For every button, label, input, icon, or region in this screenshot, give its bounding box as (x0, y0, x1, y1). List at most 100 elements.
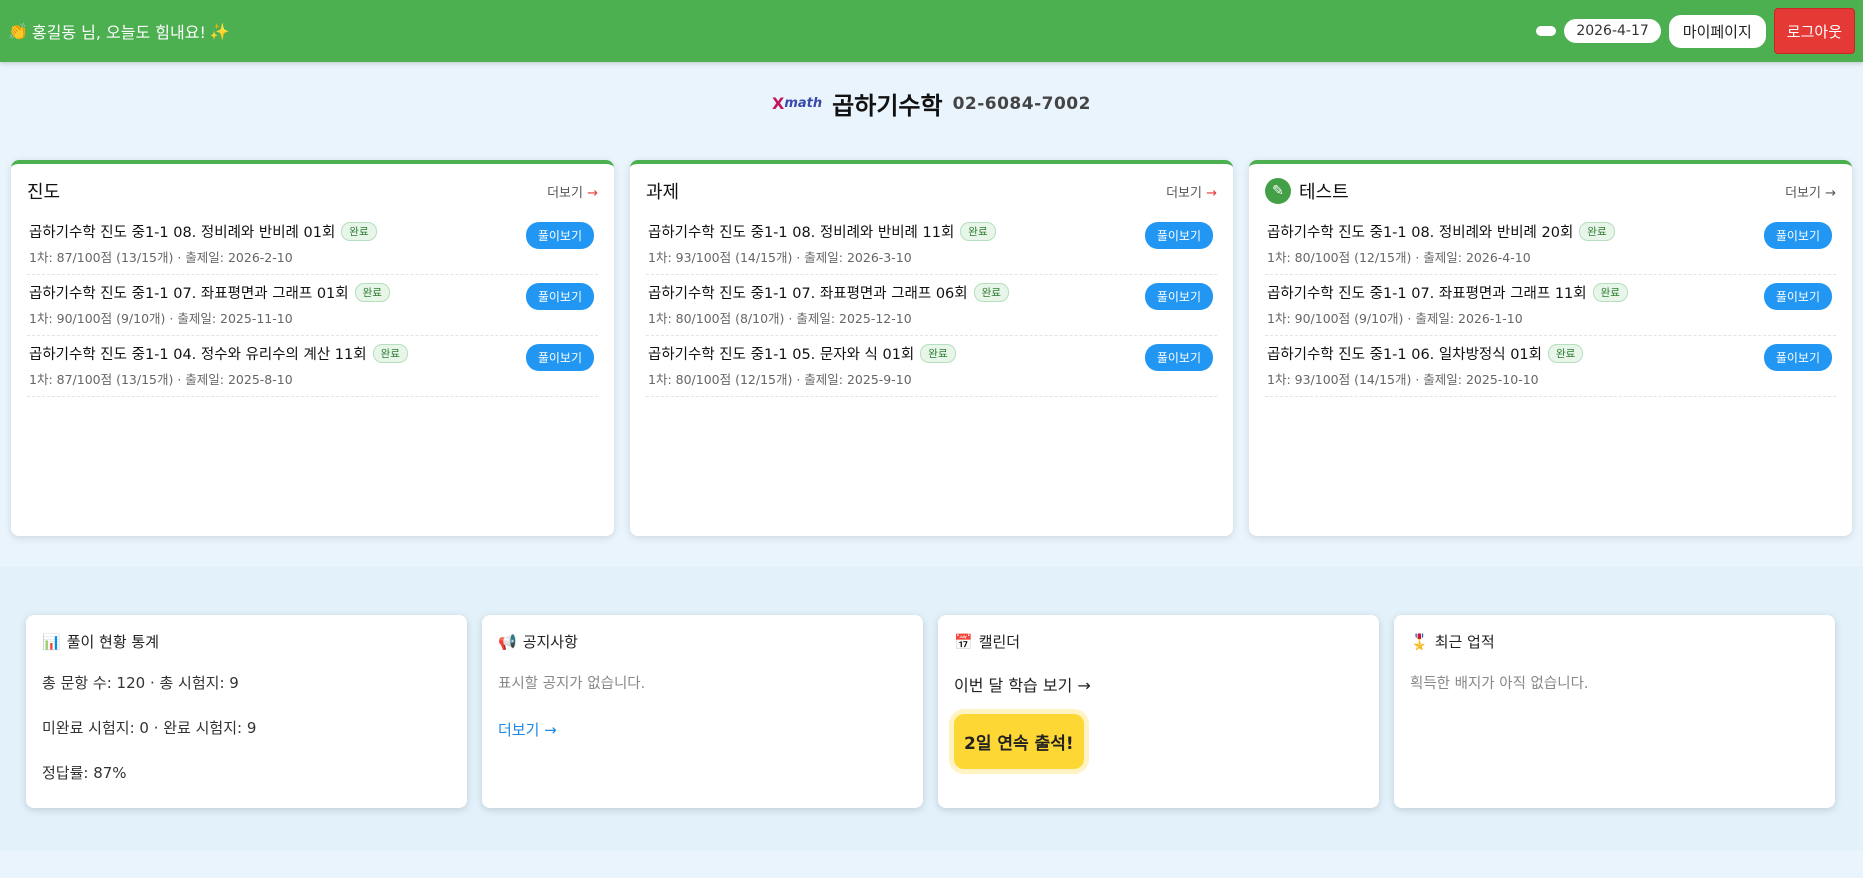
status-badge: 완료 (1548, 344, 1584, 363)
pencil-icon: ✎ (1265, 178, 1291, 204)
view-solution-button[interactable]: 풀이보기 (1144, 222, 1213, 249)
date-badge: 2026-4-17 (1564, 19, 1661, 43)
arrow-right-icon: → (1206, 185, 1217, 201)
card-title: ✎ 테스트 (1265, 178, 1349, 204)
card-test: ✎ 테스트 더보기 → 곱하기수학 진도 중1-1 08. 정비례와 반비례 2… (1249, 160, 1852, 536)
calendar-title: 캘린더 (978, 633, 1021, 651)
item-title: 곱하기수학 진도 중1-1 08. 정비례와 반비례 20회 (1267, 225, 1574, 241)
notice-empty-text: 표시할 공지가 없습니다. (498, 676, 646, 692)
view-solution-button[interactable]: 풀이보기 (1763, 283, 1832, 310)
item-title: 곱하기수학 진도 중1-1 07. 좌표평면과 그래프 11회 (1267, 286, 1587, 302)
list-item: 곱하기수학 진도 중1-1 06. 일차방정식 01회 완료 1차: 93/100… (1265, 336, 1836, 397)
arrow-right-icon: → (1825, 185, 1836, 201)
mypage-button[interactable]: 마이페이지 (1668, 14, 1766, 48)
more-link[interactable]: 더보기 → (1166, 182, 1217, 201)
view-solution-button[interactable]: 풀이보기 (525, 344, 594, 371)
sparkle-icon: ✨ (209, 21, 230, 41)
status-badge: 완료 (960, 222, 996, 241)
item-title: 곱하기수학 진도 중1-1 07. 좌표평면과 그래프 01회 (29, 286, 349, 302)
stats-accuracy: 정답률: 87% (42, 764, 127, 782)
item-title: 곱하기수학 진도 중1-1 07. 좌표평면과 그래프 06회 (648, 286, 968, 302)
card-homework: 과제 더보기 → 곱하기수학 진도 중1-1 08. 정비례와 반비례 11회완… (630, 160, 1233, 536)
card-title-text: 테스트 (1299, 182, 1349, 203)
list-item: 곱하기수학 진도 중1-1 05. 문자와 식 01회 완료 1차: 80/100… (646, 336, 1217, 397)
item-title: 곱하기수학 진도 중1-1 08. 정비례와 반비례 01회 (29, 225, 336, 241)
item-meta: 1차: 93/100점 (14/15개) · 출제일: 2026-3-10 (648, 250, 912, 265)
greeting-text: 홍길동 님, 오늘도 힘내요! (31, 23, 206, 42)
item-meta: 1차: 90/100점 (9/10개) · 출제일: 2026-1-10 (1267, 311, 1523, 326)
calendar-month-link[interactable]: 이번 달 학습 보기 → (954, 672, 1363, 696)
clap-icon: 👏 (8, 21, 28, 41)
notice-box: 📢 공지사항 표시할 공지가 없습니다. 더보기 → (482, 615, 923, 808)
list-item: 곱하기수학 진도 중1-1 08. 정비례와 반비례 20회 완료 1차: 80/… (1265, 214, 1836, 275)
stats-completion: 미완료 시험지: 0 · 완료 시험지: 9 (42, 719, 257, 737)
calendar-box: 📅 캘린더 이번 달 학습 보기 → 2일 연속 출석! (938, 615, 1379, 808)
more-link[interactable]: 더보기 → (547, 182, 598, 201)
item-title: 곱하기수학 진도 중1-1 04. 정수와 유리수의 계산 11회 (29, 347, 367, 363)
item-meta: 1차: 80/100점 (12/15개) · 출제일: 2025-9-10 (648, 372, 912, 387)
status-badge: 완료 (973, 283, 1009, 302)
achievements-title: 최근 업적 (1434, 633, 1495, 651)
status-badge: 완료 (354, 283, 390, 302)
view-solution-button[interactable]: 풀이보기 (525, 222, 594, 249)
item-meta: 1차: 80/100점 (8/10개) · 출제일: 2025-12-10 (648, 311, 912, 326)
card-title: 과제 (646, 182, 680, 203)
card-title: 진도 (27, 182, 61, 203)
arrow-right-icon: → (587, 185, 598, 201)
megaphone-icon: 📢 (498, 632, 517, 651)
more-link[interactable]: 더보기 → (1785, 182, 1836, 201)
theme-toggle[interactable] (1536, 26, 1557, 36)
view-solution-button[interactable]: 풀이보기 (1763, 344, 1832, 371)
item-meta: 1차: 87/100점 (13/15개) · 출제일: 2025-8-10 (29, 372, 293, 387)
item-meta: 1차: 87/100점 (13/15개) · 출제일: 2026-2-10 (29, 250, 293, 265)
brand-phone: 02-6084-7002 (952, 93, 1091, 114)
status-badge: 완료 (372, 344, 408, 363)
greeting: 👏 홍길동 님, 오늘도 힘내요! ✨ (8, 19, 230, 43)
list-item: 곱하기수학 진도 중1-1 07. 좌표평면과 그래프 01회 완료 1차: 90… (27, 275, 598, 336)
stats-title: 풀이 현황 통계 (66, 633, 160, 651)
achievements-empty-text: 획득한 배지가 아직 없습니다. (1410, 676, 1589, 692)
logo-x: X (772, 94, 785, 113)
card-header: ✎ 테스트 더보기 → (1265, 178, 1836, 204)
view-solution-button[interactable]: 풀이보기 (1144, 283, 1213, 310)
notice-title: 공지사항 (522, 633, 578, 651)
brand-logo: X math (772, 94, 822, 113)
medal-icon: 🎖️ (1410, 632, 1429, 651)
item-meta: 1차: 90/100점 (9/10개) · 출제일: 2025-11-10 (29, 311, 293, 326)
more-label: 더보기 (1785, 185, 1821, 201)
card-header: 진도 더보기 → (27, 178, 598, 204)
list-item: 곱하기수학 진도 중1-1 07. 좌표평면과 그래프 06회 완료 1차: 80… (646, 275, 1217, 336)
item-meta: 1차: 80/100점 (12/15개) · 출제일: 2026-4-10 (1267, 250, 1531, 265)
status-badge: 완료 (341, 222, 377, 241)
more-label: 더보기 (547, 185, 583, 201)
more-label: 더보기 (1166, 185, 1202, 201)
view-solution-button[interactable]: 풀이보기 (1763, 222, 1832, 249)
status-badge: 완료 (1579, 222, 1615, 241)
list-item: 곱하기수학 진도 중1-1 07. 좌표평면과 그래프 11회 완료 1차: 90… (1265, 275, 1836, 336)
list-item: 곱하기수학 진도 중1-1 04. 정수와 유리수의 계산 11회 완료 1차: … (27, 336, 598, 397)
calendar-icon: 📅 (954, 632, 973, 651)
item-title: 곱하기수학 진도 중1-1 06. 일차방정식 01회 (1267, 347, 1542, 363)
card-header: 과제 더보기 → (646, 178, 1217, 204)
item-title: 곱하기수학 진도 중1-1 05. 문자와 식 01회 (648, 347, 915, 363)
stats-totals: 총 문항 수: 120 · 총 시험지: 9 (42, 674, 239, 692)
list-item: 곱하기수학 진도 중1-1 08. 정비례와 반비례 01회 완료 1차: 87/… (27, 214, 598, 275)
logo-math: math (784, 96, 823, 111)
stats-box: 📊 풀이 현황 통계 총 문항 수: 120 · 총 시험지: 9 미완료 시험지… (26, 615, 467, 808)
attendance-streak-badge: 2일 연속 출석! (954, 714, 1084, 769)
card-progress: 진도 더보기 → 곱하기수학 진도 중1-1 08. 정비례와 반비례 01회완… (11, 160, 614, 536)
notice-more-link[interactable]: 더보기 → (498, 719, 907, 740)
item-title: 곱하기수학 진도 중1-1 08. 정비례와 반비례 11회 (648, 225, 955, 241)
view-solution-button[interactable]: 풀이보기 (1144, 344, 1213, 371)
brand-name: 곱하기수학 (832, 92, 943, 120)
logout-button[interactable]: 로그아웃 (1773, 8, 1855, 54)
item-meta: 1차: 93/100점 (14/15개) · 출제일: 2025-10-10 (1267, 372, 1539, 387)
status-badge: 완료 (920, 344, 956, 363)
top-bar: 👏 홍길동 님, 오늘도 힘내요! ✨ 2026-4-17 마이페이지 로그아웃 (0, 0, 1863, 62)
view-solution-button[interactable]: 풀이보기 (525, 283, 594, 310)
chart-icon: 📊 (42, 632, 61, 651)
top-right-controls: 2026-4-17 마이페이지 로그아웃 (1536, 8, 1855, 54)
achievements-box: 🎖️ 최근 업적 획득한 배지가 아직 없습니다. (1394, 615, 1835, 808)
list-item: 곱하기수학 진도 중1-1 08. 정비례와 반비례 11회 완료 1차: 93/… (646, 214, 1217, 275)
brand-header: X math 곱하기수학 02-6084-7002 (0, 86, 1863, 121)
